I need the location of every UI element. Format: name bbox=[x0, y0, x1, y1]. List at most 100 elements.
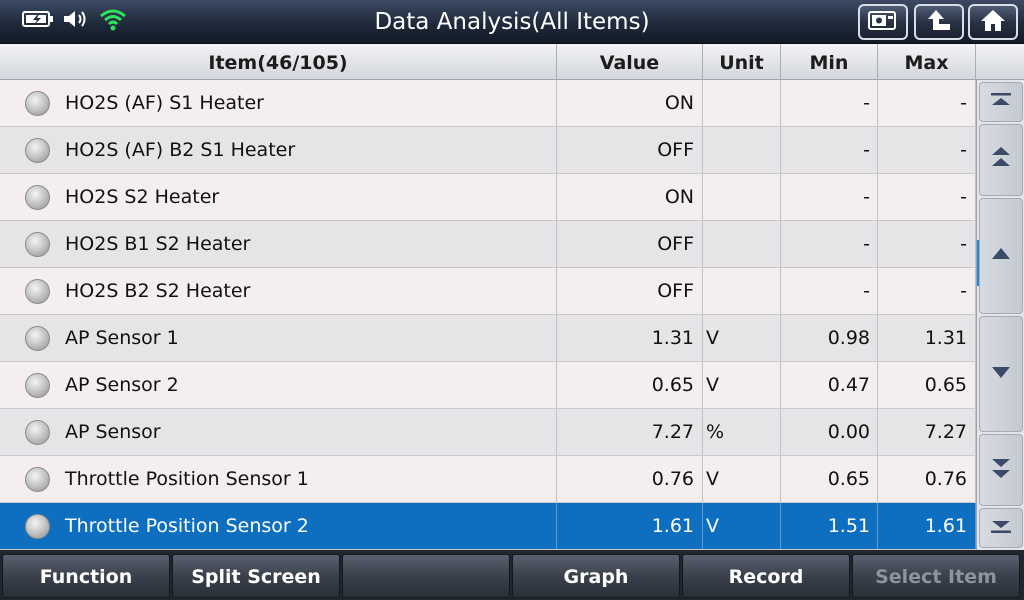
radio-icon[interactable] bbox=[25, 420, 50, 445]
radio-icon[interactable] bbox=[25, 279, 50, 304]
scroll-top-icon bbox=[988, 90, 1014, 114]
column-header-value: Value bbox=[557, 44, 703, 80]
value-cell: OFF bbox=[557, 268, 703, 314]
table-header: Item(46/105) Value Unit Min Max bbox=[0, 44, 1024, 80]
scroll-top-button[interactable] bbox=[979, 82, 1023, 122]
radio-icon[interactable] bbox=[25, 185, 50, 210]
function-button[interactable]: Function bbox=[2, 554, 170, 598]
table-row[interactable]: Throttle Position Sensor 1 0.76 V 0.65 0… bbox=[0, 456, 976, 503]
max-cell: - bbox=[878, 174, 976, 220]
column-header-item: Item(46/105) bbox=[0, 44, 557, 80]
line-down-icon bbox=[989, 363, 1013, 385]
page-down-button[interactable] bbox=[979, 434, 1023, 506]
value-cell: 1.31 bbox=[557, 315, 703, 361]
item-cell: AP Sensor bbox=[0, 409, 557, 455]
item-name: Throttle Position Sensor 2 bbox=[65, 515, 309, 537]
unit-cell bbox=[703, 221, 781, 267]
home-icon bbox=[980, 8, 1006, 36]
table-row[interactable]: HO2S S2 Heater ON - - bbox=[0, 174, 976, 221]
radio-icon[interactable] bbox=[25, 138, 50, 163]
unit-cell: V bbox=[703, 503, 781, 549]
min-cell: - bbox=[781, 174, 878, 220]
item-name: AP Sensor 1 bbox=[65, 327, 179, 349]
item-cell: AP Sensor 1 bbox=[0, 315, 557, 361]
value-cell: 1.61 bbox=[557, 503, 703, 549]
graph-button[interactable]: Graph bbox=[512, 554, 680, 598]
unit-cell: % bbox=[703, 409, 781, 455]
min-cell: 0.47 bbox=[781, 362, 878, 408]
table-row[interactable]: HO2S B2 S2 Heater OFF - - bbox=[0, 268, 976, 315]
value-cell: OFF bbox=[557, 221, 703, 267]
back-button[interactable] bbox=[914, 4, 964, 40]
column-header-min: Min bbox=[781, 44, 878, 80]
item-name: HO2S S2 Heater bbox=[65, 186, 220, 208]
value-cell: 0.65 bbox=[557, 362, 703, 408]
column-header-unit: Unit bbox=[703, 44, 781, 80]
split-screen-button[interactable]: Split Screen bbox=[172, 554, 340, 598]
radio-icon[interactable] bbox=[25, 514, 50, 539]
scrollbar[interactable] bbox=[976, 80, 1024, 550]
min-cell: 1.51 bbox=[781, 503, 878, 549]
value-cell: 0.76 bbox=[557, 456, 703, 502]
max-cell: - bbox=[878, 268, 976, 314]
scroll-bottom-button[interactable] bbox=[979, 508, 1023, 548]
data-table: HO2S (AF) S1 Heater ON - - HO2S (AF) B2 … bbox=[0, 80, 976, 550]
min-cell: 0.65 bbox=[781, 456, 878, 502]
value-cell: 7.27 bbox=[557, 409, 703, 455]
item-name: AP Sensor bbox=[65, 421, 161, 443]
max-cell: 1.61 bbox=[878, 503, 976, 549]
page-up-icon bbox=[989, 144, 1013, 176]
unit-cell bbox=[703, 127, 781, 173]
item-cell: HO2S B2 S2 Heater bbox=[0, 268, 557, 314]
item-cell: HO2S B1 S2 Heater bbox=[0, 221, 557, 267]
item-cell: AP Sensor 2 bbox=[0, 362, 557, 408]
value-cell: OFF bbox=[557, 127, 703, 173]
max-cell: - bbox=[878, 127, 976, 173]
empty-button[interactable] bbox=[342, 554, 510, 598]
home-button[interactable] bbox=[968, 4, 1018, 40]
screenshot-button[interactable] bbox=[858, 4, 908, 40]
line-up-button[interactable] bbox=[979, 198, 1023, 314]
radio-icon[interactable] bbox=[25, 373, 50, 398]
column-header-max: Max bbox=[878, 44, 976, 80]
radio-icon[interactable] bbox=[25, 91, 50, 116]
item-cell: HO2S S2 Heater bbox=[0, 174, 557, 220]
item-name: HO2S B1 S2 Heater bbox=[65, 233, 251, 255]
unit-cell: V bbox=[703, 315, 781, 361]
unit-cell bbox=[703, 268, 781, 314]
max-cell: 0.76 bbox=[878, 456, 976, 502]
item-name: Throttle Position Sensor 1 bbox=[65, 468, 309, 490]
max-cell: 7.27 bbox=[878, 409, 976, 455]
max-cell: - bbox=[878, 80, 976, 126]
table-row[interactable]: HO2S (AF) S1 Heater ON - - bbox=[0, 80, 976, 127]
min-cell: - bbox=[781, 80, 878, 126]
radio-icon[interactable] bbox=[25, 467, 50, 492]
table-row[interactable]: AP Sensor 7.27 % 0.00 7.27 bbox=[0, 409, 976, 456]
value-cell: ON bbox=[557, 174, 703, 220]
radio-icon[interactable] bbox=[25, 232, 50, 257]
item-name: HO2S B2 S2 Heater bbox=[65, 280, 251, 302]
page-up-button[interactable] bbox=[979, 124, 1023, 196]
item-cell: HO2S (AF) B2 S1 Heater bbox=[0, 127, 557, 173]
min-cell: - bbox=[781, 221, 878, 267]
table-row-selected[interactable]: Throttle Position Sensor 2 1.61 V 1.51 1… bbox=[0, 503, 976, 550]
item-cell: Throttle Position Sensor 1 bbox=[0, 456, 557, 502]
page-down-icon bbox=[989, 454, 1013, 486]
unit-cell: V bbox=[703, 456, 781, 502]
table-row[interactable]: AP Sensor 2 0.65 V 0.47 0.65 bbox=[0, 362, 976, 409]
unit-cell bbox=[703, 174, 781, 220]
item-name: AP Sensor 2 bbox=[65, 374, 179, 396]
item-name: HO2S (AF) B2 S1 Heater bbox=[65, 139, 296, 161]
radio-icon[interactable] bbox=[25, 326, 50, 351]
table-row[interactable]: HO2S B1 S2 Heater OFF - - bbox=[0, 221, 976, 268]
bottom-toolbar: Function Split Screen Graph Record Selec… bbox=[0, 550, 1024, 600]
item-cell: Throttle Position Sensor 2 bbox=[0, 503, 557, 549]
header-spacer bbox=[976, 44, 1024, 80]
unit-cell: V bbox=[703, 362, 781, 408]
max-cell: - bbox=[878, 221, 976, 267]
min-cell: 0.98 bbox=[781, 315, 878, 361]
line-down-button[interactable] bbox=[979, 316, 1023, 432]
record-button[interactable]: Record bbox=[682, 554, 850, 598]
table-row[interactable]: HO2S (AF) B2 S1 Heater OFF - - bbox=[0, 127, 976, 174]
table-row[interactable]: AP Sensor 1 1.31 V 0.98 1.31 bbox=[0, 315, 976, 362]
